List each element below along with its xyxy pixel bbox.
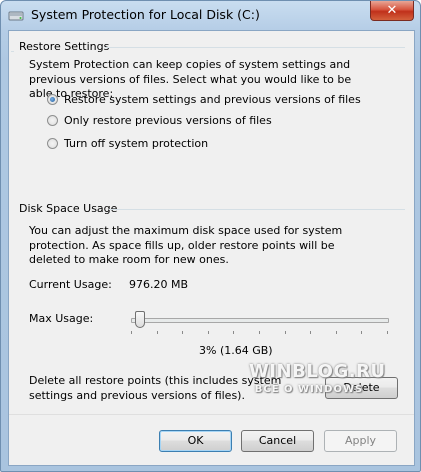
slider-tick [157, 331, 158, 334]
group-divider [11, 51, 14, 52]
radio-label: Turn off system protection [64, 137, 209, 150]
disk-space-description: You can adjust the maximum disk space us… [29, 224, 343, 266]
apply-button[interactable]: Apply [324, 430, 397, 452]
radio-turn-off[interactable]: Turn off system protection [47, 137, 208, 150]
max-usage-slider-thumb[interactable] [135, 311, 145, 328]
slider-tick [336, 331, 337, 334]
slider-tick [387, 331, 388, 334]
current-usage-value: 976.20 MB [129, 278, 189, 291]
max-usage-label: Max Usage: [29, 312, 94, 325]
cancel-button[interactable]: Cancel [241, 430, 314, 452]
window-title: System Protection for Local Disk (C:) [31, 7, 260, 22]
group-divider [105, 47, 405, 48]
slider-tick [361, 331, 362, 334]
dialog-body: Restore Settings System Protection can k… [8, 30, 415, 466]
title-bar[interactable]: System Protection for Local Disk (C:) ✕ [1, 1, 420, 29]
slider-tick [310, 331, 311, 334]
close-button[interactable]: ✕ [370, 1, 414, 21]
delete-description: Delete all restore points (this includes… [29, 374, 282, 402]
radio-label: Only restore previous versions of files [64, 114, 272, 127]
slider-tick [285, 331, 286, 334]
slider-tick [233, 331, 234, 334]
radio-restore-all[interactable]: Restore system settings and previous ver… [47, 93, 361, 106]
restore-settings-heading: Restore Settings [19, 40, 110, 53]
radio-button[interactable] [47, 115, 58, 126]
radio-restore-files[interactable]: Only restore previous versions of files [47, 114, 272, 127]
footer-divider [9, 414, 414, 415]
close-icon: ✕ [386, 3, 398, 18]
slider-tick [182, 331, 183, 334]
max-usage-text: 3% (1.64 GB) [199, 344, 273, 357]
disk-space-heading: Disk Space Usage [19, 202, 118, 215]
dialog-window: System Protection for Local Disk (C:) ✕ … [0, 0, 421, 472]
slider-tick [259, 331, 260, 334]
slider-tick [131, 331, 132, 334]
max-usage-slider-track[interactable] [131, 318, 389, 323]
current-usage-label: Current Usage: [29, 278, 112, 291]
disk-icon [8, 11, 24, 21]
radio-button[interactable] [47, 94, 58, 105]
slider-tick [208, 331, 209, 334]
radio-label: Restore system settings and previous ver… [64, 93, 361, 106]
ok-button[interactable]: OK [159, 430, 232, 452]
delete-button[interactable]: Delete [325, 377, 398, 399]
radio-button[interactable] [47, 138, 58, 149]
group-divider [109, 209, 405, 210]
